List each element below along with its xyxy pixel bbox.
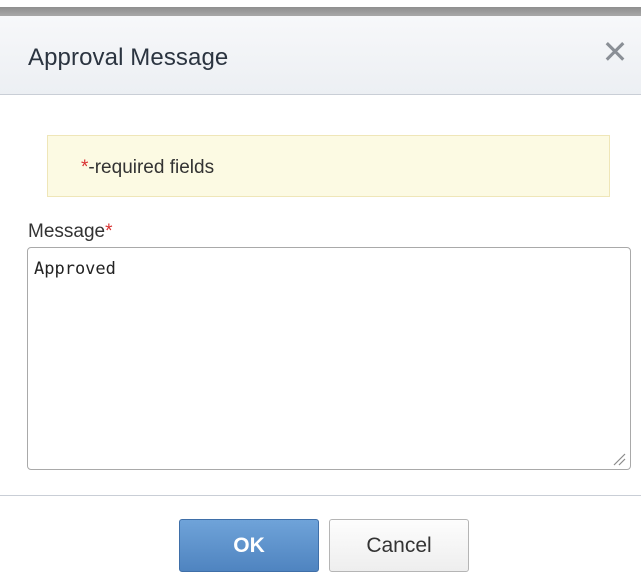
footer-divider xyxy=(0,495,641,496)
required-fields-notice: *-required fields xyxy=(47,135,610,197)
message-textarea[interactable]: Approved xyxy=(27,247,631,470)
ok-button[interactable]: OK xyxy=(179,519,319,572)
message-label-text: Message xyxy=(28,221,106,242)
required-fields-text: *-required fields xyxy=(81,157,214,179)
message-label: Message* xyxy=(28,221,113,243)
top-border-bar xyxy=(0,7,641,16)
required-fields-label: -required fields xyxy=(88,157,215,178)
window-top-strip xyxy=(0,0,641,16)
dialog-header: Approval Message ✕ xyxy=(0,16,641,95)
dialog-title: Approval Message xyxy=(28,44,229,71)
cancel-button[interactable]: Cancel xyxy=(329,519,469,572)
message-required-marker: * xyxy=(105,221,113,242)
close-icon[interactable]: ✕ xyxy=(601,36,629,68)
approval-message-dialog: Approval Message ✕ *-required fields Mes… xyxy=(0,0,641,585)
